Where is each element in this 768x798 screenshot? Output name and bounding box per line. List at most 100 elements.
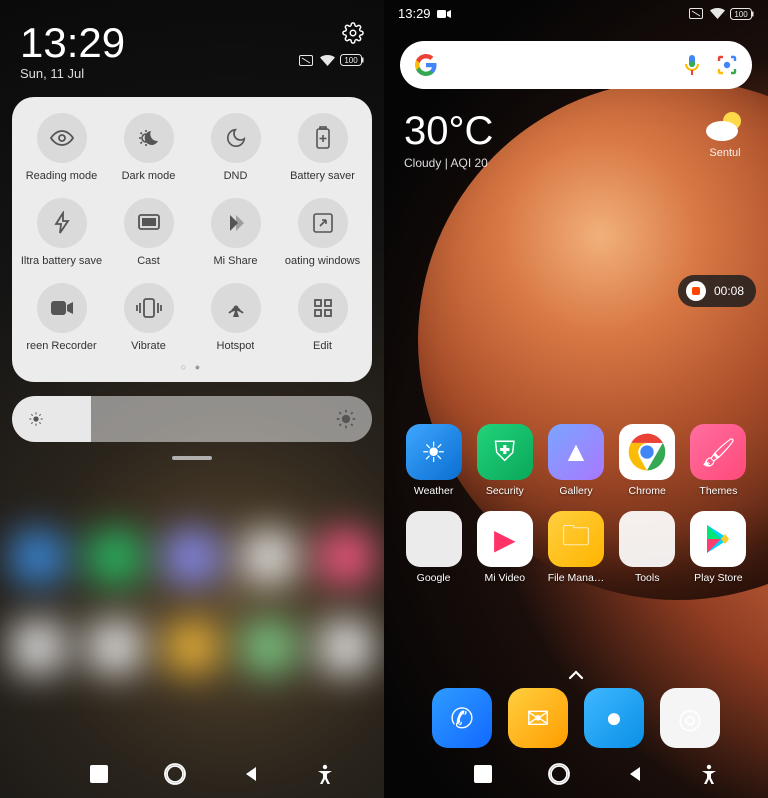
- app-label: Gallery: [559, 485, 592, 497]
- qs-tile-vibrate[interactable]: Vibrate: [105, 283, 192, 352]
- moon-icon: [211, 113, 261, 163]
- bolt-icon: [37, 198, 87, 248]
- app-browser[interactable]: ●: [584, 688, 644, 748]
- stop-recording-icon[interactable]: [686, 281, 706, 301]
- brightness-low-icon: [28, 411, 44, 427]
- weather-icon: [702, 109, 748, 143]
- weather-description: Cloudy | AQI 20: [404, 156, 493, 170]
- app-icon: [619, 511, 675, 567]
- qs-tile-bolt[interactable]: Iltra battery save: [18, 198, 105, 267]
- vibrate-icon: [124, 283, 174, 333]
- qs-tile-battery[interactable]: Battery saver: [279, 113, 366, 182]
- app-mi-video[interactable]: ▶ Mi Video: [469, 511, 540, 584]
- google-lens-icon[interactable]: [716, 54, 738, 76]
- recording-timer: 00:08: [714, 284, 744, 298]
- qs-tile-hotspot[interactable]: Hotspot: [192, 283, 279, 352]
- qs-tile-label: Iltra battery save: [21, 255, 102, 267]
- app-play-store[interactable]: Play Store: [683, 511, 754, 584]
- app-tools[interactable]: Tools: [612, 511, 683, 584]
- weather-widget[interactable]: 30°C Cloudy | AQI 20 Sentul: [384, 103, 768, 170]
- qs-tile-mishare[interactable]: Mi Share: [192, 198, 279, 267]
- clock-date: Sun, 11 Jul: [20, 66, 125, 81]
- qs-tile-label: reen Recorder: [26, 340, 96, 352]
- page-indicator: ○ ●: [18, 362, 366, 372]
- back-button[interactable]: [242, 765, 260, 783]
- app-icon: ◎: [660, 688, 720, 748]
- qs-tile-eye[interactable]: Reading mode: [18, 113, 105, 182]
- darkmode-icon: [124, 113, 174, 163]
- app-label: File Mana…: [548, 572, 605, 584]
- quick-settings-screen: 13:29 Sun, 11 Jul 100 Reading mode Dark m…: [0, 0, 384, 798]
- app-chrome[interactable]: Chrome: [612, 424, 683, 497]
- qs-tile-label: Reading mode: [26, 170, 98, 182]
- app-gallery[interactable]: ▲ Gallery: [540, 424, 611, 497]
- app-icon: ⛨: [477, 424, 533, 480]
- home-screen: 13:29 100 30°C Cloudy | AQI 20 Sentul 00…: [384, 0, 768, 798]
- app-label: Tools: [635, 572, 660, 584]
- svg-text:100: 100: [344, 56, 358, 65]
- qs-tile-label: Dark mode: [122, 170, 176, 182]
- voice-search-icon[interactable]: [682, 54, 702, 76]
- battery-icon: [298, 113, 348, 163]
- app-security[interactable]: ⛨ Security: [469, 424, 540, 497]
- qs-tile-float[interactable]: oating windows: [279, 198, 366, 267]
- qs-tile-cast[interactable]: Cast: [105, 198, 192, 267]
- accessibility-button[interactable]: [700, 764, 718, 784]
- app-icon: ✆: [432, 688, 492, 748]
- brightness-slider[interactable]: [12, 396, 372, 442]
- qs-tile-grid[interactable]: Edit: [279, 283, 366, 352]
- app-messages[interactable]: ✉: [508, 688, 568, 748]
- app-themes[interactable]: 🖌Themes: [683, 424, 754, 497]
- home-button[interactable]: [164, 763, 186, 785]
- app-label: Mi Video: [484, 572, 525, 584]
- status-bar: 13:29 100: [384, 0, 768, 27]
- app-google[interactable]: Google: [398, 511, 469, 584]
- cast-icon: [124, 198, 174, 248]
- app-label: Google: [417, 572, 451, 584]
- float-icon: [298, 198, 348, 248]
- qs-tile-darkmode[interactable]: Dark mode: [105, 113, 192, 182]
- app-file-mana-[interactable]: 🗀 File Mana…: [540, 511, 611, 584]
- drag-handle[interactable]: [172, 456, 212, 460]
- accessibility-button[interactable]: [316, 764, 334, 784]
- app-icon: ▲: [548, 424, 604, 480]
- app-icon: [619, 424, 675, 480]
- app-camera[interactable]: ◎: [660, 688, 720, 748]
- recording-indicator-icon: [437, 9, 451, 19]
- qs-tile-moon[interactable]: DND: [192, 113, 279, 182]
- mishare-icon: [211, 198, 261, 248]
- app-icon: 🖌: [690, 424, 746, 480]
- app-weather[interactable]: ☀ Weather: [398, 424, 469, 497]
- app-drawer-arrow-icon[interactable]: [568, 670, 584, 680]
- navigation-bar: [0, 750, 384, 798]
- qs-tile-label: Edit: [313, 340, 332, 352]
- hotspot-icon: [211, 283, 261, 333]
- recents-button[interactable]: [474, 765, 492, 783]
- temperature: 30°C: [404, 109, 493, 154]
- navigation-bar: [384, 750, 768, 798]
- qs-tile-label: Battery saver: [290, 170, 355, 182]
- svg-text:100: 100: [734, 10, 748, 19]
- app-phone[interactable]: ✆: [432, 688, 492, 748]
- google-search-bar[interactable]: [400, 41, 752, 89]
- qs-tile-label: oating windows: [285, 255, 360, 267]
- settings-gear-icon[interactable]: [342, 22, 364, 44]
- status-icons: 100: [299, 54, 364, 66]
- app-label: Weather: [414, 485, 454, 497]
- app-icon: ●: [584, 688, 644, 748]
- screen-recording-pill[interactable]: 00:08: [678, 275, 756, 307]
- app-icon: 🗀: [548, 511, 604, 567]
- eye-icon: [37, 113, 87, 163]
- app-label: Security: [486, 485, 524, 497]
- app-label: Play Store: [694, 572, 742, 584]
- app-icon: ☀: [406, 424, 462, 480]
- recents-button[interactable]: [90, 765, 108, 783]
- app-icon: ▶: [477, 511, 533, 567]
- brightness-high-icon: [336, 409, 356, 429]
- back-button[interactable]: [626, 765, 644, 783]
- camcorder-icon: [37, 283, 87, 333]
- qs-tile-camcorder[interactable]: reen Recorder: [18, 283, 105, 352]
- qs-tile-label: Vibrate: [131, 340, 166, 352]
- clock-time: 13:29: [20, 22, 125, 64]
- home-button[interactable]: [548, 763, 570, 785]
